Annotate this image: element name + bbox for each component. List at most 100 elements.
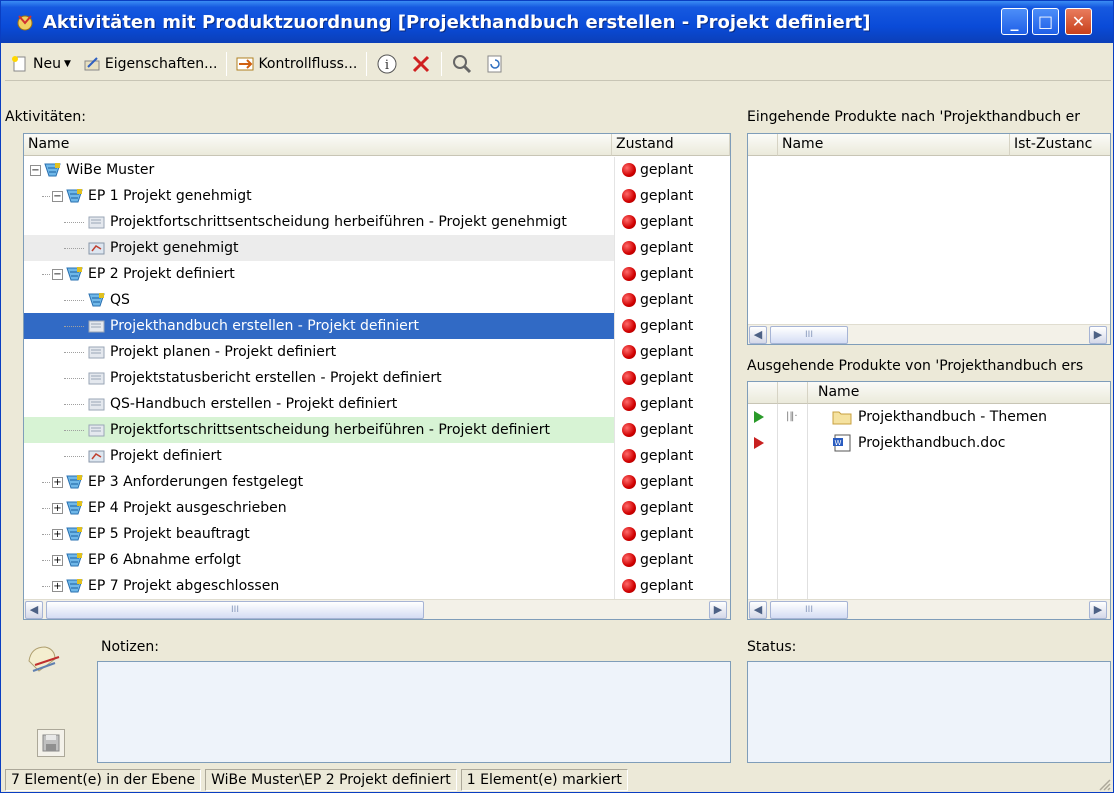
tree-item-label: Projekt definiert bbox=[110, 448, 222, 464]
tree-row[interactable]: − EP 2 Projekt definiert geplant bbox=[24, 261, 730, 287]
state-cell: geplant bbox=[614, 573, 730, 599]
scroll-thumb[interactable]: III bbox=[46, 601, 424, 619]
state-cell: geplant bbox=[614, 365, 730, 391]
tree-connector bbox=[64, 378, 84, 379]
tree-item-label: EP 4 Projekt ausgeschrieben bbox=[88, 500, 287, 516]
state-label: geplant bbox=[640, 214, 694, 230]
collapse-icon[interactable]: − bbox=[52, 191, 63, 202]
controlflow-button-label: Kontrollfluss... bbox=[258, 55, 358, 72]
state-label: geplant bbox=[640, 422, 694, 438]
maximize-button[interactable]: □ bbox=[1032, 8, 1059, 35]
properties-button[interactable]: Eigenschaften... bbox=[77, 50, 224, 78]
tree-row[interactable]: + EP 7 Projekt abgeschlossen geplant bbox=[24, 573, 730, 599]
maximize-icon: □ bbox=[1037, 12, 1054, 31]
outgoing-products-list[interactable]: Name |‖· Projekthandbuch - Themen W Proj… bbox=[747, 381, 1111, 620]
state-cell: geplant bbox=[614, 339, 730, 365]
tree-row[interactable]: + EP 6 Abnahme erfolgt geplant bbox=[24, 547, 730, 573]
statusbar-path: WiBe Muster\EP 2 Projekt definiert bbox=[205, 769, 457, 791]
activities-tree[interactable]: Name Zustand − WiBe Muster geplant − EP 1 Pr… bbox=[23, 133, 731, 620]
tree-row[interactable]: Projektstatusbericht erstellen - Projekt… bbox=[24, 365, 730, 391]
state-dot-icon bbox=[622, 475, 636, 489]
expand-icon[interactable]: + bbox=[52, 581, 63, 592]
expand-icon[interactable]: + bbox=[52, 477, 63, 488]
expand-icon[interactable]: + bbox=[52, 503, 63, 514]
state-dot-icon bbox=[622, 215, 636, 229]
scroll-right-button[interactable]: ▶ bbox=[1089, 601, 1107, 619]
save-icon bbox=[42, 734, 60, 752]
column-header-name[interactable]: Name bbox=[24, 134, 612, 156]
info-button[interactable]: i bbox=[370, 50, 404, 78]
scroll-thumb[interactable]: III bbox=[770, 326, 848, 344]
search-button[interactable] bbox=[445, 50, 479, 78]
close-button[interactable]: ✕ bbox=[1065, 8, 1092, 35]
controlflow-button[interactable]: Kontrollfluss... bbox=[230, 50, 363, 78]
column-header-name[interactable]: Name bbox=[808, 382, 1110, 404]
tree-row[interactable]: + EP 4 Projekt ausgeschrieben geplant bbox=[24, 495, 730, 521]
outgoing-hscrollbar[interactable]: ◀ III ▶ bbox=[748, 599, 1110, 619]
scroll-left-button[interactable]: ◀ bbox=[25, 601, 43, 619]
state-label: geplant bbox=[640, 396, 694, 412]
scroll-right-button[interactable]: ▶ bbox=[1089, 326, 1107, 344]
tree-connector bbox=[42, 586, 50, 587]
column-header-state[interactable]: Zustand bbox=[612, 134, 730, 156]
state-label: geplant bbox=[640, 318, 694, 334]
tree-row[interactable]: + EP 5 Projekt beauftragt geplant bbox=[24, 521, 730, 547]
tree-row[interactable]: Projekthandbuch erstellen - Projekt defi… bbox=[24, 313, 730, 339]
expand-icon[interactable]: + bbox=[52, 529, 63, 540]
expand-icon[interactable]: + bbox=[52, 555, 63, 566]
tree-connector bbox=[64, 222, 84, 223]
work-package-icon bbox=[66, 189, 83, 203]
state-cell: geplant bbox=[614, 521, 730, 547]
tree-item-label: EP 1 Projekt genehmigt bbox=[88, 188, 252, 204]
state-label: geplant bbox=[640, 240, 694, 256]
tree-connector bbox=[64, 404, 84, 405]
tree-item-label: EP 3 Anforderungen festgelegt bbox=[88, 474, 304, 490]
scroll-right-button[interactable]: ▶ bbox=[709, 601, 727, 619]
incoming-hscrollbar[interactable]: ◀ III ▶ bbox=[748, 324, 1110, 344]
scroll-left-button[interactable]: ◀ bbox=[749, 326, 767, 344]
tree-row[interactable]: QS geplant bbox=[24, 287, 730, 313]
column-header-state[interactable]: Ist-Zustanc bbox=[1010, 134, 1110, 156]
tree-row[interactable]: Projektfortschrittsentscheidung herbeifü… bbox=[24, 417, 730, 443]
state-cell: geplant bbox=[614, 183, 730, 209]
tree-item-label: Projektfortschrittsentscheidung herbeifü… bbox=[110, 422, 551, 438]
incoming-products-list[interactable]: Name Ist-Zustanc ◀ III ▶ bbox=[747, 133, 1111, 345]
tree-row[interactable]: − EP 1 Projekt genehmigt geplant bbox=[24, 183, 730, 209]
notes-textarea[interactable] bbox=[97, 661, 731, 763]
scroll-left-button[interactable]: ◀ bbox=[749, 601, 767, 619]
toolbar-separator bbox=[366, 51, 368, 76]
column-header-blank bbox=[748, 382, 778, 404]
refresh-button[interactable] bbox=[479, 50, 511, 78]
tree-row[interactable]: Projekt definiert geplant bbox=[24, 443, 730, 469]
state-cell: geplant bbox=[614, 417, 730, 443]
save-notes-button[interactable] bbox=[37, 729, 65, 757]
activity-icon bbox=[88, 372, 105, 385]
tree-connector bbox=[42, 274, 50, 275]
statusbar-marked: 1 Element(e) markiert bbox=[460, 769, 628, 791]
tree-row[interactable]: − WiBe Muster geplant bbox=[24, 157, 730, 183]
app-icon bbox=[17, 15, 33, 31]
state-cell: geplant bbox=[614, 209, 730, 235]
state-label: geplant bbox=[640, 500, 694, 516]
state-label: geplant bbox=[640, 370, 694, 386]
tree-row[interactable]: + EP 3 Anforderungen festgelegt geplant bbox=[24, 469, 730, 495]
column-header-name[interactable]: Name bbox=[778, 134, 1010, 156]
tree-row[interactable]: Projektfortschrittsentscheidung herbeifü… bbox=[24, 209, 730, 235]
scroll-thumb[interactable]: III bbox=[770, 601, 848, 619]
state-cell: geplant bbox=[614, 235, 730, 261]
collapse-icon[interactable]: − bbox=[52, 269, 63, 280]
collapse-icon[interactable]: − bbox=[30, 165, 41, 176]
work-package-icon bbox=[66, 501, 83, 515]
resize-grip-icon[interactable] bbox=[1097, 777, 1111, 791]
column-divider bbox=[748, 404, 778, 604]
delete-button[interactable] bbox=[404, 50, 438, 78]
tree-connector bbox=[42, 534, 50, 535]
tree-row[interactable]: Projekt genehmigt geplant bbox=[24, 235, 730, 261]
status-textarea[interactable] bbox=[747, 661, 1111, 763]
activities-hscrollbar[interactable]: ◀ III ▶ bbox=[24, 599, 730, 619]
minimize-button[interactable]: _ bbox=[1001, 8, 1028, 35]
tree-row[interactable]: QS-Handbuch erstellen - Projekt definier… bbox=[24, 391, 730, 417]
tree-row[interactable]: Projekt planen - Projekt definiert geplan… bbox=[24, 339, 730, 365]
new-button[interactable]: Neu ▼ bbox=[5, 50, 77, 78]
title-bar[interactable]: Aktivitäten mit Produktzuordnung [Projek… bbox=[1, 1, 1113, 43]
